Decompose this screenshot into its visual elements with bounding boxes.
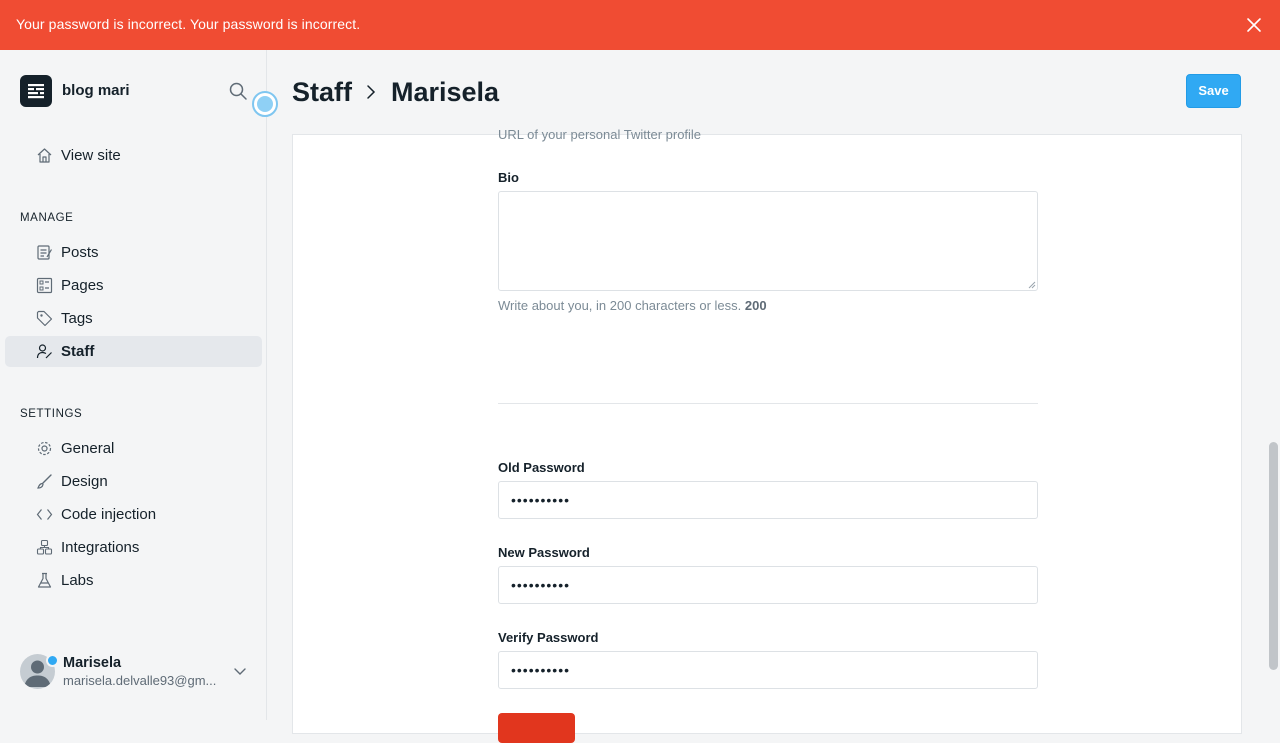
staff-icon — [36, 344, 52, 359]
error-alert-banner: Your password is incorrect. Your passwor… — [0, 0, 1280, 50]
new-password-field[interactable]: •••••••••• — [498, 566, 1038, 604]
nav-design[interactable]: Design — [5, 466, 262, 497]
code-icon — [36, 509, 53, 520]
old-password-field[interactable]: •••••••••• — [498, 481, 1038, 519]
resize-grip-icon[interactable] — [1028, 281, 1036, 289]
nav-view-site-label: View site — [61, 147, 121, 164]
nav-pages[interactable]: Pages — [5, 270, 262, 301]
user-menu[interactable]: Marisela marisela.delvalle93@gm... — [20, 651, 260, 691]
online-status-dot — [46, 654, 59, 667]
verify-password-label: Verify Password — [498, 630, 599, 645]
page-title: Marisela — [391, 77, 500, 107]
user-name: Marisela — [63, 655, 122, 671]
main-content: Staff Marisela Save URL of your personal… — [268, 50, 1280, 743]
site-title[interactable]: blog mari — [62, 82, 130, 99]
section-divider — [498, 403, 1038, 404]
chevron-right-icon — [367, 85, 376, 99]
gear-icon — [37, 441, 52, 456]
new-password-label: New Password — [498, 545, 590, 560]
bio-hint: Write about you, in 200 characters or le… — [498, 298, 767, 313]
chevron-down-icon[interactable] — [232, 663, 248, 679]
nav-posts[interactable]: Posts — [5, 237, 262, 268]
close-icon[interactable] — [1244, 15, 1264, 35]
nav-code-injection[interactable]: Code injection — [5, 499, 262, 530]
nav-staff[interactable]: Staff — [5, 336, 262, 367]
home-icon — [37, 148, 52, 163]
posts-icon — [37, 245, 53, 260]
scrollbar-thumb[interactable] — [1269, 442, 1278, 670]
settings-heading: SETTINGS — [20, 408, 83, 420]
tag-icon — [36, 310, 53, 327]
nav-pages-label: Pages — [61, 277, 104, 294]
nav-staff-label: Staff — [61, 343, 95, 360]
site-logo[interactable] — [20, 75, 52, 107]
nav-general[interactable]: General — [5, 433, 262, 464]
nav-design-label: Design — [61, 473, 108, 490]
bio-label: Bio — [498, 170, 519, 185]
save-button[interactable]: Save — [1186, 74, 1241, 108]
breadcrumb-staff[interactable]: Staff — [292, 77, 352, 108]
nav-tags-label: Tags — [61, 310, 93, 327]
nav-labs[interactable]: Labs — [5, 565, 262, 596]
bio-textarea[interactable] — [498, 191, 1038, 291]
search-icon[interactable] — [228, 81, 248, 101]
bio-char-count: 200 — [744, 298, 767, 313]
alert-message: Your password is incorrect. Your passwor… — [16, 16, 361, 32]
sidebar: blog mari View site MANAGE Posts Pages T… — [0, 50, 267, 720]
twitter-hint: URL of your personal Twitter profile — [498, 127, 702, 142]
nav-general-label: General — [61, 440, 115, 457]
change-password-button[interactable] — [498, 713, 575, 743]
pages-icon — [36, 277, 53, 294]
nav-integrations[interactable]: Integrations — [5, 532, 262, 563]
nav-integrations-label: Integrations — [61, 539, 140, 556]
nav-labs-label: Labs — [61, 572, 94, 589]
manage-heading: MANAGE — [20, 212, 74, 224]
brush-icon — [37, 474, 52, 489]
nav-view-site[interactable]: View site — [5, 140, 262, 171]
user-email: marisela.delvalle93@gm... — [63, 673, 217, 688]
nav-tags[interactable]: Tags — [5, 303, 262, 334]
old-password-label: Old Password — [498, 460, 585, 475]
integrations-icon — [36, 539, 53, 555]
bio-hint-text: Write about you, in 200 characters or le… — [498, 298, 742, 313]
nav-code-injection-label: Code injection — [61, 506, 157, 523]
verify-password-field[interactable]: •••••••••• — [498, 651, 1038, 689]
nav-posts-label: Posts — [61, 244, 99, 261]
flask-icon — [37, 572, 52, 588]
profile-form-card: URL of your personal Twitter profile Bio… — [292, 127, 1242, 743]
